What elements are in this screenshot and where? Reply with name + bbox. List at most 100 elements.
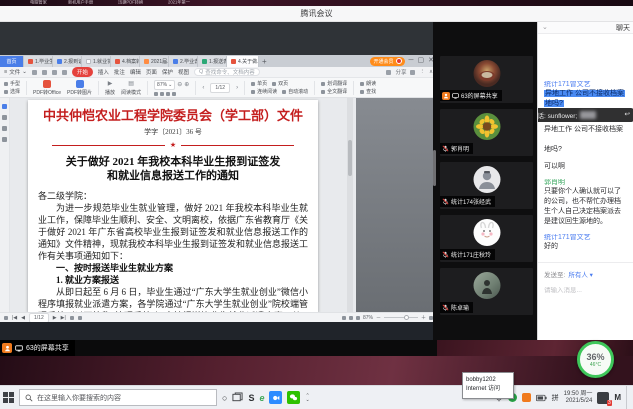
statusbar-page-indicator[interactable]: 1/12	[29, 313, 49, 323]
edit-icon[interactable]	[342, 316, 346, 320]
select-tool-button[interactable]: 选择	[4, 89, 20, 95]
comment-bubble-icon[interactable]	[410, 70, 415, 75]
overflow-arrows-icon[interactable]: ⌃⌄	[305, 394, 309, 402]
document-scrollbar-thumb[interactable]	[348, 140, 352, 176]
minimize-button[interactable]: ─	[409, 56, 414, 66]
zoom-out-icon[interactable]: ⊖	[177, 81, 182, 89]
word-translate-button[interactable]: 划词翻译	[321, 81, 347, 87]
participant-tile[interactable]: 郭肖明	[440, 109, 533, 156]
single-page-button[interactable]: 单页双页	[251, 81, 308, 87]
tab-document[interactable]: 4.档案转..	[111, 56, 140, 67]
undo-icon[interactable]	[52, 70, 57, 75]
bookmark-pane-icon[interactable]	[2, 115, 7, 120]
search-pane-icon[interactable]	[2, 137, 7, 142]
layout-icon[interactable]	[349, 316, 353, 320]
zoom-in-icon[interactable]: ⊕	[184, 81, 189, 89]
continuous-read-button[interactable]: 连续阅读自动滚动	[251, 89, 308, 95]
menu-protect[interactable]: 保护	[162, 68, 173, 76]
participant-tile[interactable]: 统计174张经武	[440, 162, 533, 209]
toc-icon[interactable]	[4, 316, 8, 320]
share-button[interactable]: 分享	[395, 68, 406, 76]
rotate-right-icon[interactable]	[172, 92, 176, 96]
zoom-slider[interactable]	[384, 317, 418, 319]
document-scrollbar-track[interactable]	[347, 98, 353, 312]
screen-share-label[interactable]: 63的屏幕共享	[0, 340, 75, 356]
tray-m-app-icon[interactable]: M	[614, 392, 621, 404]
tab-home[interactable]: 首页	[0, 56, 24, 67]
prev-page-icon[interactable]: ◀	[21, 315, 25, 321]
page-indicator[interactable]: 1/12	[210, 83, 230, 93]
menu-start[interactable]: 开始	[72, 67, 93, 77]
tray-app-icon[interactable]	[522, 393, 531, 402]
participant-scrollbar[interactable]	[433, 150, 436, 186]
full-translate-button[interactable]: 全文翻译	[321, 89, 347, 95]
ie-browser-icon[interactable]: e	[259, 392, 264, 404]
tab-document[interactable]: 1.就业协..	[82, 56, 111, 67]
tab-document-active[interactable]: 4.关于做..	[227, 56, 259, 67]
rotate-left-icon[interactable]	[166, 92, 170, 96]
bookmark-item[interactable]: 2021年第一	[168, 1, 190, 5]
notification-icon[interactable]: 3	[597, 392, 609, 404]
cloud-sync-icon[interactable]	[386, 70, 391, 75]
tab-document[interactable]: 2.毕业去..	[169, 56, 198, 67]
participant-tile[interactable]: 陈卓瑜	[440, 268, 533, 315]
bookmark-item[interactable]: 迅捷PDF转换	[118, 1, 143, 5]
menu-page[interactable]: 页面	[146, 68, 157, 76]
maximize-button[interactable]: ▢	[418, 56, 425, 66]
find-button[interactable]: 查找	[360, 89, 376, 95]
zoom-out-icon[interactable]: －	[376, 314, 381, 321]
send-to-select[interactable]: 所有人 ▾	[568, 269, 593, 279]
performance-ball[interactable]: 36% 46°C	[577, 341, 614, 378]
zoom-slider-thumb[interactable]	[404, 315, 409, 320]
menu-insert[interactable]: 插入	[98, 68, 109, 76]
menu-comment[interactable]: 批注	[114, 68, 125, 76]
start-button[interactable]	[3, 392, 14, 403]
wechat-icon[interactable]	[287, 391, 300, 404]
save-icon[interactable]	[32, 70, 37, 75]
taskbar-search[interactable]: 在这里输入你要搜索的内容	[19, 389, 217, 406]
zoom-select[interactable]: 87%⌄	[154, 80, 175, 90]
last-page-icon[interactable]: ▶|	[61, 315, 66, 321]
redo-icon[interactable]	[62, 70, 67, 75]
tab-document[interactable]: 1.毕业生..	[24, 56, 53, 67]
task-view-icon[interactable]	[232, 392, 243, 403]
zoom-in-icon[interactable]: ＋	[421, 314, 426, 321]
view-mode-icon[interactable]	[356, 316, 360, 320]
menu-edit[interactable]: 编辑	[130, 68, 141, 76]
tab-document[interactable]: 2021届..	[140, 56, 169, 67]
pdf-to-office-button[interactable]: PDF转Office	[33, 80, 61, 96]
chat-input[interactable]	[544, 287, 628, 294]
command-search[interactable]: Q查找命令、文档内容	[194, 68, 260, 76]
read-aloud-button[interactable]: 朗读	[360, 81, 376, 87]
next-page-icon[interactable]: ›	[236, 84, 238, 92]
new-tab-button[interactable]: +	[259, 57, 270, 67]
read-mode-button[interactable]: ▤阅读模式	[121, 80, 141, 96]
member-button[interactable]: 开通会员	[370, 57, 405, 66]
fit-page-icon[interactable]	[154, 92, 158, 96]
print-icon[interactable]	[42, 70, 47, 75]
pdf-to-image-button[interactable]: PDF转图片	[67, 80, 92, 96]
participant-tile[interactable]: 统计171庄秋玲	[440, 215, 533, 262]
participant-tile-sharer[interactable]: 63的屏幕共享	[440, 56, 533, 103]
show-desktop-button[interactable]	[626, 386, 630, 409]
bookmark-item[interactable]: 新机用户手册	[68, 1, 93, 5]
battery-icon[interactable]	[536, 394, 547, 402]
meeting-app-icon[interactable]	[269, 391, 282, 404]
ime-indicator[interactable]: 拼	[552, 393, 559, 403]
tab-document[interactable]: 1.报送表..	[198, 56, 227, 67]
file-menu[interactable]: ≡文件⌄	[4, 68, 27, 76]
menu-view[interactable]: 视图	[178, 68, 189, 76]
hand-tool-button[interactable]: 手型	[4, 81, 20, 87]
cortana-icon[interactable]: ○	[222, 392, 227, 404]
pinned-app-icon[interactable]: S	[248, 392, 254, 404]
outline-pane-icon[interactable]	[2, 104, 7, 109]
more-menu-icon[interactable]: ⋮	[419, 69, 425, 75]
next-page-icon[interactable]: ▶	[53, 315, 57, 321]
tab-document[interactable]: 2.报到证..	[53, 56, 82, 67]
annotation-pane-icon[interactable]	[2, 126, 7, 131]
double-page-view-icon[interactable]	[78, 316, 82, 320]
chevron-down-icon[interactable]: ⌄	[542, 24, 548, 32]
bookmark-item[interactable]: 电脑管家	[30, 1, 47, 5]
play-button[interactable]: ▶播放	[105, 80, 115, 96]
prev-page-icon[interactable]: ‹	[202, 84, 204, 92]
